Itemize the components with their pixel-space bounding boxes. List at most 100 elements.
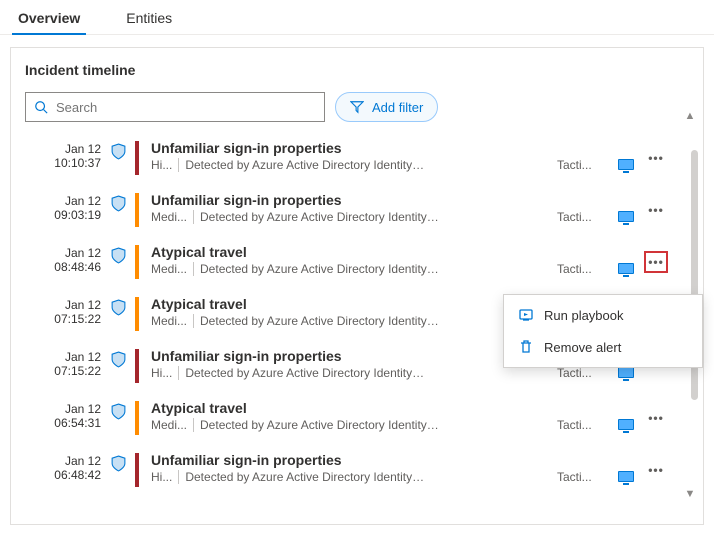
menu-remove-alert[interactable]: Remove alert: [504, 331, 702, 363]
alert-title: Atypical travel: [151, 296, 557, 312]
more-actions[interactable]: •••: [641, 450, 671, 490]
timeline-row[interactable]: Jan 1210:10:37 Unfamiliar sign-in propert…: [25, 132, 671, 184]
filter-icon: [350, 100, 364, 114]
tactic-text: Tacti...: [557, 138, 611, 178]
more-icon[interactable]: •••: [644, 251, 668, 273]
timestamp: Jan 1206:48:42: [25, 450, 101, 490]
timeline-row[interactable]: Jan 1206:54:31 Atypical travel Medi... Dete…: [25, 392, 671, 444]
detected-by: Detected by Azure Active Directory Ident…: [185, 470, 425, 484]
more-icon[interactable]: •••: [646, 147, 666, 169]
alert-meta: Medi... Detected by Azure Active Director…: [151, 262, 557, 276]
timestamp: Jan 1206:54:31: [25, 398, 101, 438]
alert-content: Unfamiliar sign-in properties Hi... Detect…: [151, 346, 557, 386]
severity-text: Medi...: [151, 314, 187, 328]
tabs: Overview Entities: [0, 0, 714, 35]
severity-text: Hi...: [151, 158, 172, 172]
alert-title: Atypical travel: [151, 244, 557, 260]
alert-content: Atypical travel Medi... Detected by Azure …: [151, 242, 557, 282]
tab-entities[interactable]: Entities: [122, 0, 176, 34]
monitor-icon: [611, 138, 641, 178]
section-title: Incident timeline: [25, 62, 689, 78]
alert-content: Atypical travel Medi... Detected by Azure …: [151, 294, 557, 334]
menu-run-playbook[interactable]: Run playbook: [504, 299, 702, 331]
tactic-text: Tacti...: [557, 242, 611, 282]
shield-icon: [101, 450, 135, 490]
severity-bar: [135, 401, 139, 435]
tactic-text: Tacti...: [557, 450, 611, 490]
alert-content: Atypical travel Medi... Detected by Azure …: [151, 398, 557, 438]
timeline-row[interactable]: Jan 1209:03:19 Unfamiliar sign-in propert…: [25, 184, 671, 236]
severity-bar: [135, 193, 139, 227]
add-filter-button[interactable]: Add filter: [335, 92, 438, 122]
timeline-row[interactable]: Jan 1208:48:46 Atypical travel Medi... Dete…: [25, 236, 671, 288]
alert-title: Unfamiliar sign-in properties: [151, 348, 557, 364]
severity-text: Hi...: [151, 366, 172, 380]
more-actions[interactable]: •••: [641, 398, 671, 438]
scroll-up-icon[interactable]: ▲: [682, 110, 698, 122]
alert-meta: Medi... Detected by Azure Active Director…: [151, 314, 557, 328]
timestamp: Jan 1208:48:46: [25, 242, 101, 282]
more-icon[interactable]: •••: [646, 459, 666, 481]
trash-icon: [518, 339, 534, 355]
detected-by: Detected by Azure Active Directory Ident…: [200, 418, 440, 432]
add-filter-label: Add filter: [372, 100, 423, 115]
severity-text: Medi...: [151, 210, 187, 224]
alert-title: Unfamiliar sign-in properties: [151, 452, 557, 468]
timestamp: Jan 1209:03:19: [25, 190, 101, 230]
search-input[interactable]: [54, 99, 316, 116]
timestamp: Jan 1207:15:22: [25, 294, 101, 334]
alert-content: Unfamiliar sign-in properties Hi... Detect…: [151, 450, 557, 490]
playbook-icon: [518, 307, 534, 323]
alert-meta: Hi... Detected by Azure Active Directory …: [151, 366, 557, 380]
shield-icon: [101, 242, 135, 282]
search-box[interactable]: [25, 92, 325, 122]
severity-text: Hi...: [151, 470, 172, 484]
timestamp: Jan 1210:10:37: [25, 138, 101, 178]
shield-icon: [101, 294, 135, 334]
severity-bar: [135, 453, 139, 487]
severity-bar: [135, 349, 139, 383]
alert-content: Unfamiliar sign-in properties Hi... Detect…: [151, 138, 557, 178]
detected-by: Detected by Azure Active Directory Ident…: [185, 366, 425, 380]
tab-overview[interactable]: Overview: [14, 0, 84, 34]
alert-content: Unfamiliar sign-in properties Medi... Dete…: [151, 190, 557, 230]
tactic-text: Tacti...: [557, 190, 611, 230]
alert-meta: Hi... Detected by Azure Active Directory …: [151, 470, 557, 484]
shield-icon: [101, 190, 135, 230]
severity-bar: [135, 297, 139, 331]
shield-icon: [101, 138, 135, 178]
alert-title: Atypical travel: [151, 400, 557, 416]
severity-bar: [135, 141, 139, 175]
alert-meta: Medi... Detected by Azure Active Director…: [151, 418, 557, 432]
scroll-down-icon[interactable]: ▼: [682, 488, 698, 500]
more-actions[interactable]: •••: [641, 242, 671, 282]
alert-title: Unfamiliar sign-in properties: [151, 140, 557, 156]
menu-remove-label: Remove alert: [544, 340, 621, 355]
incident-panel: Incident timeline Add filter Jan 1210:10…: [10, 47, 704, 525]
timestamp: Jan 1207:15:22: [25, 346, 101, 386]
search-icon: [34, 100, 48, 114]
severity-text: Medi...: [151, 262, 187, 276]
more-icon[interactable]: •••: [646, 407, 666, 429]
controls: Add filter: [25, 92, 689, 122]
more-actions[interactable]: •••: [641, 190, 671, 230]
menu-run-label: Run playbook: [544, 308, 624, 323]
timeline-row[interactable]: Jan 1206:48:42 Unfamiliar sign-in propert…: [25, 444, 671, 496]
detected-by: Detected by Azure Active Directory Ident…: [200, 314, 440, 328]
alert-title: Unfamiliar sign-in properties: [151, 192, 557, 208]
severity-bar: [135, 245, 139, 279]
alert-meta: Medi... Detected by Azure Active Director…: [151, 210, 557, 224]
alert-meta: Hi... Detected by Azure Active Directory …: [151, 158, 557, 172]
monitor-icon: [611, 450, 641, 490]
detected-by: Detected by Azure Active Directory Ident…: [185, 158, 425, 172]
detected-by: Detected by Azure Active Directory Ident…: [200, 262, 440, 276]
monitor-icon: [611, 190, 641, 230]
monitor-icon: [611, 242, 641, 282]
tactic-text: Tacti...: [557, 398, 611, 438]
monitor-icon: [611, 398, 641, 438]
more-actions[interactable]: •••: [641, 138, 671, 178]
more-icon[interactable]: •••: [646, 199, 666, 221]
shield-icon: [101, 398, 135, 438]
severity-text: Medi...: [151, 418, 187, 432]
detected-by: Detected by Azure Active Directory Ident…: [200, 210, 440, 224]
